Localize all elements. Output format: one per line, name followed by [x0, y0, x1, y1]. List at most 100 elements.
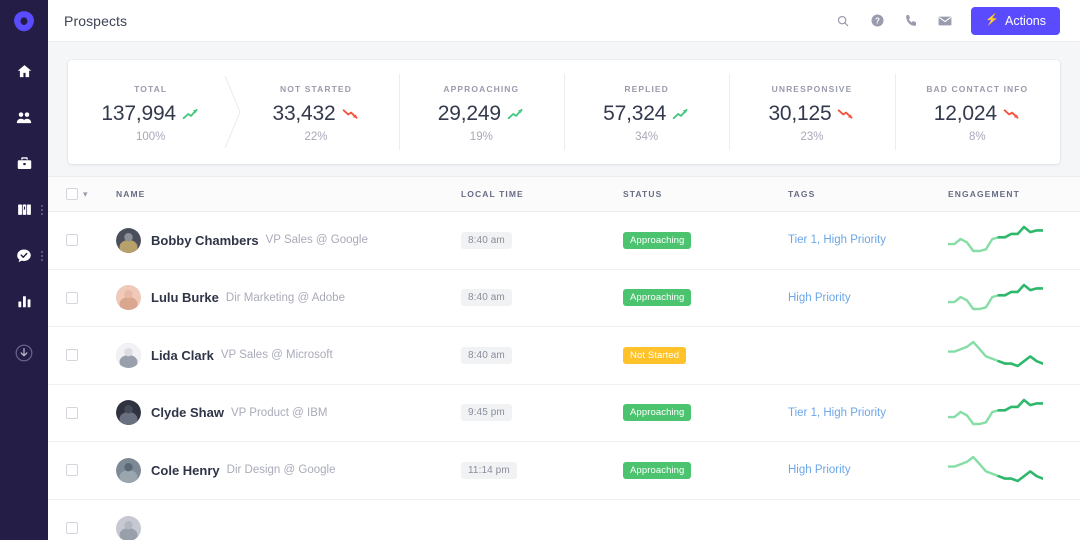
metric-value-row: 29,249 — [438, 102, 525, 126]
search-icon[interactable] — [835, 13, 851, 29]
prospect-name[interactable]: Bobby Chambers — [151, 233, 259, 248]
prospect-name[interactable]: Clyde Shaw — [151, 405, 224, 420]
prospect-name[interactable]: Lulu Burke — [151, 290, 219, 305]
chat-check-icon — [17, 248, 31, 262]
mail-icon[interactable] — [937, 13, 953, 29]
row-select-cell — [66, 464, 116, 477]
select-all-checkbox[interactable] — [66, 188, 78, 200]
people-icon — [16, 111, 32, 123]
table-row[interactable]: Lida Clark VP Sales @ Microsoft 8:40 am Not… — [48, 327, 1080, 385]
app-logo[interactable] — [8, 6, 40, 38]
avatar-image — [116, 457, 141, 483]
sidebar-item-menu-dots[interactable] — [41, 250, 43, 261]
metric-percent: 34% — [635, 130, 659, 143]
avatar — [116, 515, 141, 540]
page-title: Prospects — [64, 12, 128, 29]
avatar — [116, 400, 141, 426]
table-row[interactable]: Clyde Shaw VP Product @ IBM 9:45 pm Approac… — [48, 384, 1080, 442]
sidebar-item-reports[interactable] — [0, 286, 48, 317]
trend-down-icon — [1003, 108, 1019, 119]
tags-link[interactable]: Tier 1, High Priority — [788, 234, 886, 246]
table-row[interactable] — [48, 499, 1080, 540]
local-time-pill: 8:40 am — [461, 289, 512, 307]
metric-card-not-started[interactable]: NOT STARTED 33,432 22% — [233, 60, 398, 164]
tags-link[interactable]: High Priority — [788, 464, 851, 476]
app-root: Prospects ? ⚡ Actions TOTAL 137,994 100%… — [0, 0, 1080, 540]
sidebar-item-people[interactable] — [0, 102, 48, 133]
tags-link[interactable]: Tier 1, High Priority — [788, 407, 886, 419]
table-header-row: ▾ NAME LOCAL TIME STATUS TAGS ENGAGEMENT — [48, 176, 1080, 212]
metric-value: 29,249 — [437, 101, 501, 125]
cell-status: Not Started — [623, 346, 788, 364]
metric-value: 30,125 — [768, 101, 832, 125]
avatar-image — [116, 342, 141, 368]
avatar-image — [116, 515, 141, 540]
avatar — [116, 457, 141, 483]
svg-text:?: ? — [875, 16, 880, 25]
actions-button[interactable]: ⚡ Actions — [971, 6, 1060, 35]
status-badge[interactable]: Approaching — [623, 461, 692, 479]
cell-tags: Tier 1, High Priority — [788, 407, 948, 419]
cell-name — [116, 515, 461, 540]
status-badge[interactable]: Approaching — [623, 289, 692, 307]
prospect-name[interactable]: Lida Clark — [151, 348, 214, 363]
table-row[interactable]: Bobby Chambers VP Sales @ Google 8:40 am Ap… — [48, 212, 1080, 270]
cell-local-time: 9:45 pm — [461, 404, 623, 422]
cell-status: Approaching — [623, 231, 788, 249]
sidebar-item-playbooks[interactable] — [0, 194, 48, 225]
row-checkbox[interactable] — [66, 291, 78, 304]
engagement-sparkline — [948, 456, 1043, 483]
metric-card-unresponsive[interactable]: UNRESPONSIVE 30,125 23% — [729, 60, 894, 164]
row-checkbox[interactable] — [66, 349, 78, 362]
actions-button-label: Actions — [1005, 13, 1046, 28]
tags-link[interactable]: High Priority — [788, 292, 851, 304]
sidebar-item-download[interactable] — [0, 337, 48, 368]
trend-up-icon — [672, 108, 688, 119]
metric-percent: 23% — [800, 130, 824, 143]
metric-card-total[interactable]: TOTAL 137,994 100% — [68, 60, 241, 164]
metric-card-bad-contact-info[interactable]: BAD CONTACT INFO 12,024 8% — [894, 60, 1060, 164]
local-time-pill: 8:40 am — [461, 346, 512, 364]
avatar — [116, 285, 141, 311]
help-icon[interactable]: ? — [869, 13, 885, 29]
metric-label: REPLIED — [624, 83, 669, 94]
trend-up-icon — [507, 108, 523, 119]
table-row[interactable]: Cole Henry Dir Design @ Google 11:14 pm App… — [48, 442, 1080, 500]
cell-local-time: 11:14 pm — [461, 461, 623, 479]
top-bar-icon-group: ? — [835, 13, 953, 29]
phone-icon[interactable] — [903, 13, 919, 29]
top-bar: Prospects ? ⚡ Actions — [48, 0, 1080, 42]
shield-drop-logo-icon — [14, 11, 34, 32]
table-body: Bobby Chambers VP Sales @ Google 8:40 am Ap… — [48, 212, 1080, 540]
row-checkbox[interactable] — [66, 522, 78, 535]
metric-card-replied[interactable]: REPLIED 57,324 34% — [563, 60, 729, 164]
table-row[interactable]: Lulu Burke Dir Marketing @ Adobe 8:40 am Ap… — [48, 269, 1080, 327]
status-badge[interactable]: Approaching — [623, 231, 692, 249]
cell-engagement — [948, 453, 1080, 487]
row-select-cell — [66, 234, 116, 247]
row-checkbox[interactable] — [66, 234, 78, 247]
chevron-down-icon[interactable]: ▾ — [83, 189, 88, 199]
sidebar-item-tasks[interactable] — [0, 240, 48, 271]
sidebar-item-deals[interactable] — [0, 148, 48, 179]
metric-value-row: 33,432 — [272, 102, 359, 126]
sidebar-item-home[interactable] — [0, 56, 48, 87]
row-checkbox[interactable] — [66, 464, 78, 477]
metric-value-row: 57,324 — [603, 102, 690, 126]
cell-name: Bobby Chambers VP Sales @ Google — [116, 227, 461, 253]
download-circle-icon — [15, 344, 33, 361]
metric-label: APPROACHING — [443, 83, 520, 94]
row-checkbox[interactable] — [66, 406, 78, 419]
avatar — [116, 342, 141, 368]
status-badge[interactable]: Approaching — [623, 404, 692, 422]
cell-name: Lulu Burke Dir Marketing @ Adobe — [116, 285, 461, 311]
status-badge[interactable]: Not Started — [623, 346, 687, 364]
metric-label: NOT STARTED — [280, 83, 352, 94]
metric-card-approaching[interactable]: APPROACHING 29,249 19% — [398, 60, 564, 164]
metric-percent: 100% — [135, 130, 166, 143]
prospect-name[interactable]: Cole Henry — [151, 463, 220, 478]
metric-label: BAD CONTACT INFO — [926, 83, 1029, 94]
metric-value-row: 12,024 — [934, 102, 1021, 126]
sidebar-item-menu-dots[interactable] — [41, 204, 43, 215]
metrics-card: TOTAL 137,994 100% NOT STARTED 33,432 22% APPR… — [68, 60, 1060, 164]
